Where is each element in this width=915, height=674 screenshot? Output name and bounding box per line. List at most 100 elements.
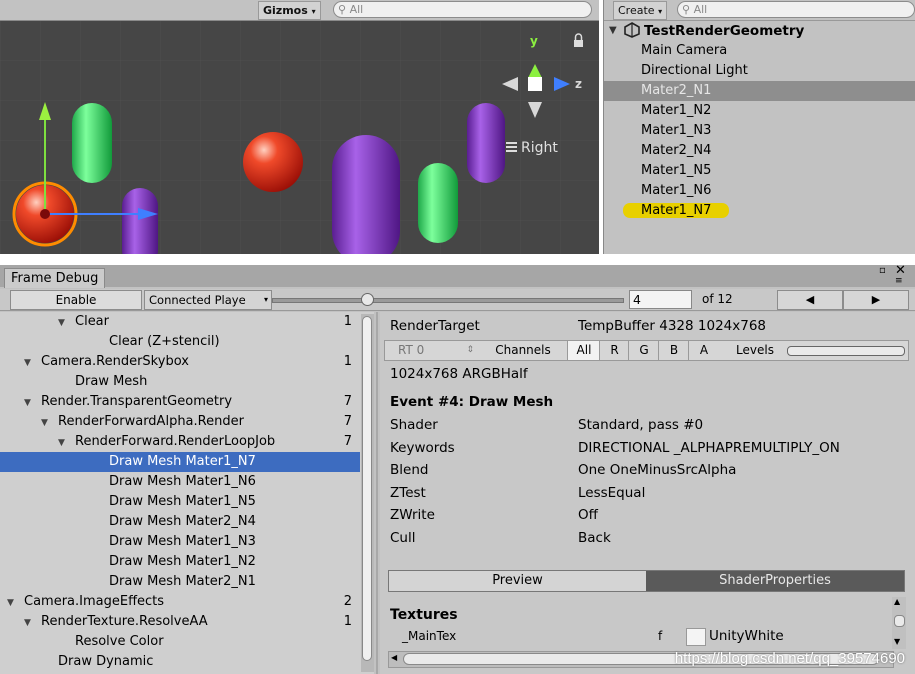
event-tree-row[interactable]: ▼ RenderForwardAlpha.Render 7 [0, 412, 360, 432]
levels-slider[interactable] [787, 346, 905, 356]
event-tree-row[interactable]: Draw Mesh Mater1_N7 [0, 452, 360, 472]
hierarchy-item-label: Mater1_N3 [641, 123, 712, 138]
hierarchy-item[interactable]: Mater1_N2 [604, 101, 915, 121]
event-tree-row[interactable]: Draw Mesh Mater1_N6 [0, 472, 360, 492]
expand-triangle-icon[interactable]: ▼ [41, 413, 53, 433]
scene-view[interactable]: y z Right Gizmos ▾ ⚲ All [0, 0, 599, 254]
event-tree-row[interactable]: ▼ Camera.RenderSkybox 1 [0, 352, 360, 372]
scroll-up-icon[interactable]: ▲ [894, 597, 900, 606]
gizmos-label: Gizmos [263, 4, 308, 17]
event-tree-label: Draw Mesh Mater2_N4 [109, 514, 256, 529]
red-sphere[interactable] [243, 132, 303, 192]
expand-triangle-icon[interactable]: ▼ [7, 593, 19, 613]
event-tree-scroll-thumb[interactable] [362, 316, 372, 661]
next-frame-button[interactable]: ▶ [843, 290, 909, 310]
window-menu-icon[interactable]: ≡ [895, 276, 903, 286]
event-tree-row[interactable]: ▼ Render.TransparentGeometry 7 [0, 392, 360, 412]
expand-triangle-icon[interactable]: ▼ [58, 313, 70, 333]
texture-swatch[interactable] [686, 628, 706, 646]
event-tree-row[interactable]: Draw Mesh [0, 372, 360, 392]
menu-lines-icon [506, 142, 517, 152]
scroll-down-icon[interactable]: ▼ [894, 637, 900, 646]
event-tree-row[interactable]: Draw Mesh Mater1_N5 [0, 492, 360, 512]
hierarchy-item[interactable]: Mater2_N4 [604, 141, 915, 161]
hierarchy-root[interactable]: ▼ TestRenderGeometry [604, 21, 915, 41]
hierarchy-item[interactable]: Mater1_N3 [604, 121, 915, 141]
hierarchy-search-input[interactable]: ⚲ All [677, 1, 915, 18]
scene-search-input[interactable]: ⚲ All [333, 1, 592, 18]
scroll-left-icon[interactable]: ◀ [391, 653, 397, 662]
channel-button[interactable]: A [688, 341, 719, 360]
purple-capsule[interactable] [467, 103, 505, 183]
texture-format: 1024x768 ARGBHalf [390, 366, 528, 382]
channels-label: Channels [495, 343, 551, 357]
property-value: DIRECTIONAL _ALPHAPREMULTIPLY_ON [578, 439, 840, 456]
channel-button[interactable]: All [567, 341, 600, 360]
hierarchy-root-label: TestRenderGeometry [644, 23, 805, 39]
event-tree-row[interactable]: Draw Mesh Mater2_N4 [0, 512, 360, 532]
channels-bar: RT 0 ⇕ Channels All R G B A Levels [384, 340, 909, 361]
event-tree-row[interactable]: Draw Mesh Mater2_N1 [0, 572, 360, 592]
channel-button[interactable]: R [599, 341, 629, 360]
property-label: ZWrite [390, 507, 435, 523]
tab-frame-debug[interactable]: Frame Debug [4, 268, 106, 288]
expand-triangle-icon[interactable]: ▼ [24, 353, 36, 373]
channel-button[interactable]: B [658, 341, 689, 360]
frame-number-field[interactable]: 4 [629, 290, 692, 309]
expand-triangle-icon[interactable]: ▼ [58, 433, 70, 453]
purple-capsule[interactable] [332, 135, 400, 254]
event-tree-label: RenderTexture.ResolveAA [41, 614, 208, 629]
hierarchy-panel: Create ▾ ⚲ All ▼ TestRenderGeometry Main… [603, 0, 915, 254]
event-tree-row[interactable]: Clear (Z+stencil) [0, 332, 360, 352]
event-tree-label: Draw Dynamic [58, 654, 154, 669]
property-label: ZTest [390, 484, 426, 501]
event-tree-row[interactable]: ▼ RenderTexture.ResolveAA 1 [0, 612, 360, 632]
prev-frame-button[interactable]: ◀ [777, 290, 843, 310]
event-tree-row[interactable]: ▼ Clear 1 [0, 312, 360, 332]
event-count: 7 [343, 414, 352, 429]
event-tree-row[interactable]: Draw Mesh Mater1_N2 [0, 552, 360, 572]
gizmos-dropdown[interactable]: Gizmos ▾ [258, 1, 321, 20]
orientation-label[interactable]: Right [521, 140, 558, 156]
event-tree-scrollbar[interactable] [361, 314, 374, 672]
panel-splitter[interactable] [376, 312, 378, 674]
enable-button[interactable]: Enable [10, 290, 142, 310]
hierarchy-item[interactable]: Mater2_N1 [604, 81, 915, 101]
tab-preview[interactable]: Preview [389, 571, 646, 591]
hierarchy-item[interactable]: Mater1_N6 [604, 181, 915, 201]
event-tree-label: Clear (Z+stencil) [109, 334, 220, 349]
frame-slider-thumb[interactable] [360, 293, 374, 306]
purple-capsule[interactable] [122, 188, 158, 254]
event-tree-row[interactable]: Resolve Color [0, 632, 360, 652]
event-tree-row[interactable]: ▼ RenderForward.RenderLoopJob 7 [0, 432, 360, 452]
gizmo-center[interactable] [40, 209, 50, 219]
property-value: LessEqual [578, 484, 646, 501]
hierarchy-item[interactable]: Mater1_N5 [604, 161, 915, 181]
event-tree-row[interactable]: ▼ Camera.ImageEffects 2 [0, 592, 360, 612]
hierarchy-item[interactable]: Mater1_N7 [604, 201, 915, 221]
frame-slider-track[interactable] [272, 298, 624, 303]
create-dropdown[interactable]: Create ▾ [613, 1, 668, 20]
green-capsule[interactable] [418, 163, 458, 243]
hierarchy-item[interactable]: Main Camera [604, 41, 915, 61]
rt-select[interactable]: RT 0 ⇕ [385, 341, 479, 360]
hierarchy-item-label: Main Camera [641, 43, 728, 58]
event-tree-label: Camera.ImageEffects [24, 594, 165, 609]
event-tree-row[interactable]: Draw Dynamic [0, 652, 360, 672]
event-tree-label: RenderForward.RenderLoopJob [75, 434, 276, 449]
hierarchy-item[interactable]: Directional Light [604, 61, 915, 81]
event-tree-row[interactable]: Draw Mesh Mater1_N3 [0, 532, 360, 552]
hierarchy-item-label: Mater1_N2 [641, 103, 712, 118]
maximize-icon[interactable]: ▫ [879, 265, 886, 276]
details-vertical-scrollbar[interactable]: ▲ ▼ [892, 597, 906, 649]
tab-shader-properties[interactable]: ShaderProperties [646, 571, 904, 591]
channel-button[interactable]: G [628, 341, 659, 360]
expand-triangle-icon[interactable]: ▼ [609, 21, 617, 41]
connected-player-dropdown[interactable]: Connected Playe ▾ [144, 290, 272, 310]
green-capsule[interactable] [72, 103, 112, 183]
search-icon: ⚲ [682, 3, 691, 16]
scene-canvas[interactable]: y z Right [0, 20, 599, 254]
expand-triangle-icon[interactable]: ▼ [24, 393, 36, 413]
expand-triangle-icon[interactable]: ▼ [24, 613, 36, 633]
details-scroll-thumb[interactable] [894, 615, 905, 627]
